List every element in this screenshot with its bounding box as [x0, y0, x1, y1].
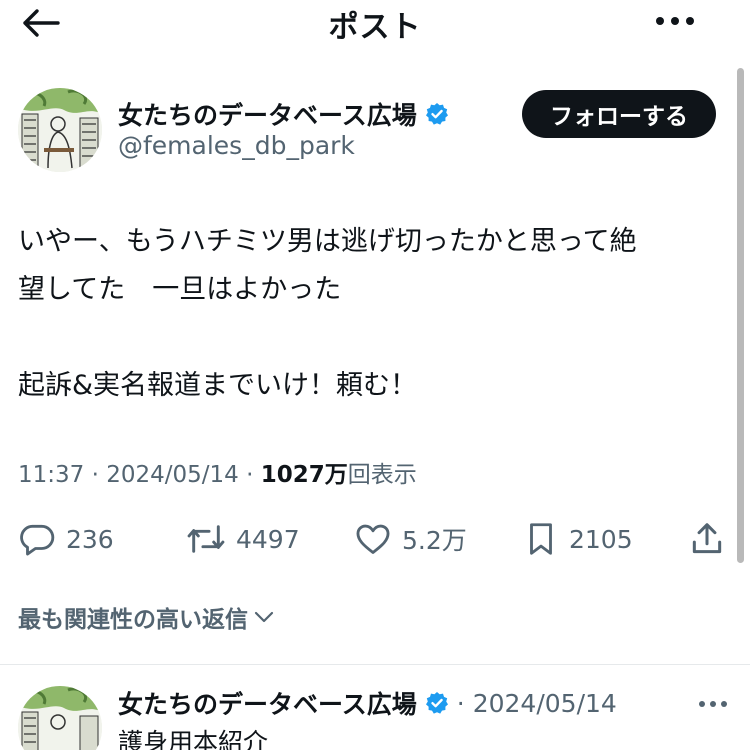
reply-date[interactable]: 2024/05/14 — [473, 689, 617, 718]
avatar-illustration — [18, 88, 102, 172]
reply-text: 護身用本紹介 — [118, 728, 269, 750]
meta-separator: · — [246, 462, 254, 488]
meta-separator: · — [91, 462, 99, 488]
avatar-illustration — [18, 686, 102, 750]
author-name-text: 女たちのデータベース広場 — [118, 101, 417, 130]
verified-badge-icon — [425, 103, 448, 125]
heart-icon — [356, 524, 390, 554]
reply-icon — [20, 524, 55, 556]
repost-count: 4497 — [236, 524, 300, 554]
reply-more-button[interactable] — [690, 690, 736, 718]
scrollbar[interactable] — [737, 68, 744, 563]
more-horizontal-icon — [656, 17, 694, 25]
post-time[interactable]: 11:37 — [18, 462, 84, 488]
more-options-button[interactable] — [650, 6, 700, 36]
reply-button[interactable]: 236 — [18, 515, 114, 563]
post-meta: 11:37 · 2024/05/14 · 1027万回表示 — [18, 455, 417, 489]
verified-badge-icon — [425, 692, 448, 714]
share-icon — [692, 523, 722, 554]
replies-sort-label: 最も関連性の高い返信 — [18, 607, 248, 633]
meta-separator: · — [456, 688, 465, 718]
bookmark-icon — [530, 523, 552, 555]
page-title: ポスト — [328, 10, 422, 45]
repost-icon — [187, 525, 225, 553]
action-bar: 236 4497 5.2万 2105 — [0, 515, 750, 563]
divider — [0, 664, 750, 665]
post-date[interactable]: 2024/05/14 — [106, 462, 239, 488]
repost-button[interactable]: 4497 — [186, 515, 300, 563]
chevron-down-icon — [254, 611, 274, 623]
replies-sort-dropdown[interactable]: 最も関連性の高い返信 — [18, 600, 276, 634]
follow-button[interactable]: フォローする — [522, 90, 716, 138]
bookmark-count: 2105 — [569, 524, 633, 554]
author-name[interactable]: 女たちのデータベース広場 — [118, 96, 449, 132]
more-horizontal-icon — [699, 701, 727, 707]
share-button[interactable] — [688, 515, 726, 563]
avatar[interactable] — [18, 88, 102, 172]
author-handle[interactable]: @females_db_park — [118, 131, 355, 160]
post-text: いやー、もうハチミツ男は逃げ切ったかと思って絶 望してた 一旦はよかった 起訴&… — [18, 226, 637, 401]
bookmark-button[interactable]: 2105 — [523, 515, 633, 563]
reply-header: 女たちのデータベース広場 · 2024/05/14 — [118, 685, 617, 721]
reply-count: 236 — [66, 524, 114, 554]
reply-avatar[interactable] — [18, 686, 102, 750]
top-bar: ポスト — [0, 0, 750, 50]
views-label: 回表示 — [347, 462, 417, 488]
views-count: 1027万 — [260, 462, 348, 488]
like-count: 5.2万 — [402, 526, 467, 555]
like-button[interactable]: 5.2万 — [354, 515, 467, 563]
reply-author-name[interactable]: 女たちのデータベース広場 — [118, 685, 417, 721]
